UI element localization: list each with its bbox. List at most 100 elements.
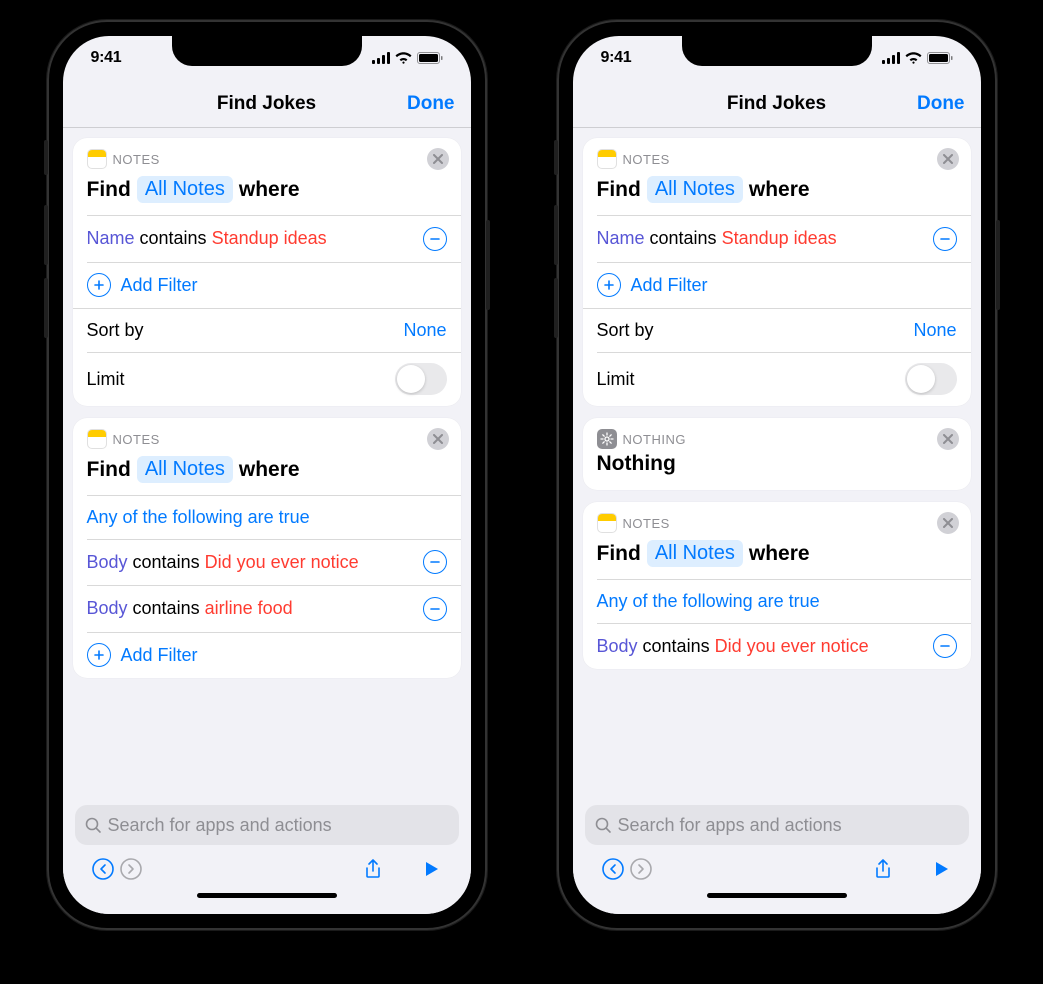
card-title[interactable]: Find All Notes where bbox=[73, 450, 461, 495]
limit-row[interactable]: Limit bbox=[583, 352, 971, 406]
undo-button[interactable] bbox=[89, 855, 117, 883]
content-area[interactable]: NOTES Find All Notes where Name contains… bbox=[573, 128, 981, 799]
filter-val[interactable]: Standup ideas bbox=[212, 228, 327, 249]
card-app-label: NOTES bbox=[623, 516, 931, 531]
filter-op[interactable]: contains bbox=[133, 552, 200, 573]
filter-row[interactable]: Name contains Standup ideas bbox=[73, 216, 461, 262]
close-icon[interactable] bbox=[937, 148, 959, 170]
done-button[interactable]: Done bbox=[917, 93, 965, 115]
share-button[interactable] bbox=[869, 855, 897, 883]
sort-by-value[interactable]: None bbox=[403, 320, 446, 341]
remove-filter-icon[interactable] bbox=[933, 634, 957, 658]
filter-attr[interactable]: Name bbox=[87, 228, 135, 249]
battery-icon bbox=[927, 52, 953, 64]
home-indicator[interactable] bbox=[707, 893, 847, 898]
close-icon[interactable] bbox=[937, 512, 959, 534]
remove-filter-icon[interactable] bbox=[423, 227, 447, 251]
close-icon[interactable] bbox=[427, 148, 449, 170]
notch bbox=[172, 36, 362, 66]
home-indicator[interactable] bbox=[197, 893, 337, 898]
filter-row[interactable]: Name contains Standup ideas bbox=[583, 216, 971, 262]
battery-icon bbox=[417, 52, 443, 64]
close-icon[interactable] bbox=[427, 428, 449, 450]
search-input[interactable]: Search for apps and actions bbox=[75, 805, 459, 845]
bottom-bar: Search for apps and actions bbox=[63, 799, 471, 914]
action-card-find-notes-2[interactable]: NOTES Find All Notes where Any of the fo… bbox=[73, 418, 461, 678]
sort-by-row[interactable]: Sort by None bbox=[73, 309, 461, 352]
find-label: Find bbox=[87, 458, 131, 482]
action-card-nothing[interactable]: NOTHING Nothing bbox=[583, 418, 971, 490]
scope-chip[interactable]: All Notes bbox=[647, 540, 743, 567]
scope-chip[interactable]: All Notes bbox=[137, 456, 233, 483]
search-icon bbox=[85, 817, 102, 834]
run-button[interactable] bbox=[927, 855, 955, 883]
filter-attr[interactable]: Name bbox=[597, 228, 645, 249]
filter-attr[interactable]: Body bbox=[597, 636, 638, 657]
add-filter-button[interactable]: Add Filter bbox=[583, 262, 971, 308]
limit-row[interactable]: Limit bbox=[73, 352, 461, 406]
search-input[interactable]: Search for apps and actions bbox=[585, 805, 969, 845]
filter-val[interactable]: Did you ever notice bbox=[715, 636, 869, 657]
filter-attr[interactable]: Body bbox=[87, 552, 128, 573]
card-title[interactable]: Find All Notes where bbox=[583, 170, 971, 215]
wifi-icon bbox=[905, 52, 922, 64]
run-button[interactable] bbox=[417, 855, 445, 883]
sort-by-row[interactable]: Sort by None bbox=[583, 309, 971, 352]
done-button[interactable]: Done bbox=[407, 93, 455, 115]
add-filter-label: Add Filter bbox=[121, 645, 198, 666]
card-header: NOTES bbox=[583, 502, 971, 534]
where-label: where bbox=[239, 178, 300, 202]
filter-val[interactable]: Standup ideas bbox=[722, 228, 837, 249]
status-icons bbox=[882, 52, 953, 64]
filter-row[interactable]: Body contains Did you ever notice bbox=[73, 539, 461, 585]
notes-app-icon bbox=[87, 149, 107, 169]
plus-icon bbox=[87, 643, 111, 667]
filter-attr[interactable]: Body bbox=[87, 598, 128, 619]
redo-button bbox=[627, 855, 655, 883]
sort-by-value[interactable]: None bbox=[913, 320, 956, 341]
action-card-find-notes-1[interactable]: NOTES Find All Notes where Name contains… bbox=[583, 138, 971, 406]
filter-op[interactable]: contains bbox=[650, 228, 717, 249]
filter-row[interactable]: Body contains airline food bbox=[73, 586, 461, 632]
remove-filter-icon[interactable] bbox=[933, 227, 957, 251]
undo-button[interactable] bbox=[599, 855, 627, 883]
any-of-following-button[interactable]: Any of the following are true bbox=[583, 580, 971, 623]
scope-chip[interactable]: All Notes bbox=[647, 176, 743, 203]
notes-app-icon bbox=[87, 429, 107, 449]
screen: 9:41 Find Jokes Done NOTES Find bbox=[573, 36, 981, 914]
volume-down bbox=[554, 278, 558, 338]
mute-switch bbox=[44, 140, 48, 175]
page-title: Find Jokes bbox=[217, 93, 316, 115]
remove-filter-icon[interactable] bbox=[423, 550, 447, 574]
filter-op[interactable]: contains bbox=[140, 228, 207, 249]
share-button[interactable] bbox=[359, 855, 387, 883]
filter-op[interactable]: contains bbox=[643, 636, 710, 657]
toolbar bbox=[585, 845, 969, 887]
card-header: NOTHING bbox=[583, 418, 971, 450]
card-app-label: NOTES bbox=[113, 432, 421, 447]
limit-toggle[interactable] bbox=[395, 363, 447, 395]
limit-label: Limit bbox=[87, 369, 125, 390]
any-of-following-button[interactable]: Any of the following are true bbox=[73, 496, 461, 539]
filter-val[interactable]: Did you ever notice bbox=[205, 552, 359, 573]
filter-row[interactable]: Body contains Did you ever notice bbox=[583, 623, 971, 669]
card-title[interactable]: Find All Notes where bbox=[73, 170, 461, 215]
remove-filter-icon[interactable] bbox=[423, 597, 447, 621]
add-filter-button[interactable]: Add Filter bbox=[73, 632, 461, 678]
content-area[interactable]: NOTES Find All Notes where Name contains… bbox=[63, 128, 471, 799]
add-filter-button[interactable]: Add Filter bbox=[73, 262, 461, 308]
scope-chip[interactable]: All Notes bbox=[137, 176, 233, 203]
nav-bar: Find Jokes Done bbox=[63, 80, 471, 128]
action-card-find-notes-2[interactable]: NOTES Find All Notes where Any of the fo… bbox=[583, 502, 971, 669]
sort-by-label: Sort by bbox=[87, 320, 144, 341]
gear-icon bbox=[597, 429, 617, 449]
volume-down bbox=[44, 278, 48, 338]
card-header: NOTES bbox=[73, 418, 461, 450]
filter-op[interactable]: contains bbox=[133, 598, 200, 619]
action-card-find-notes-1[interactable]: NOTES Find All Notes where Name contains… bbox=[73, 138, 461, 406]
card-title[interactable]: Find All Notes where bbox=[583, 534, 971, 579]
filter-val[interactable]: airline food bbox=[205, 598, 293, 619]
close-icon[interactable] bbox=[937, 428, 959, 450]
limit-toggle[interactable] bbox=[905, 363, 957, 395]
bottom-bar: Search for apps and actions bbox=[573, 799, 981, 914]
